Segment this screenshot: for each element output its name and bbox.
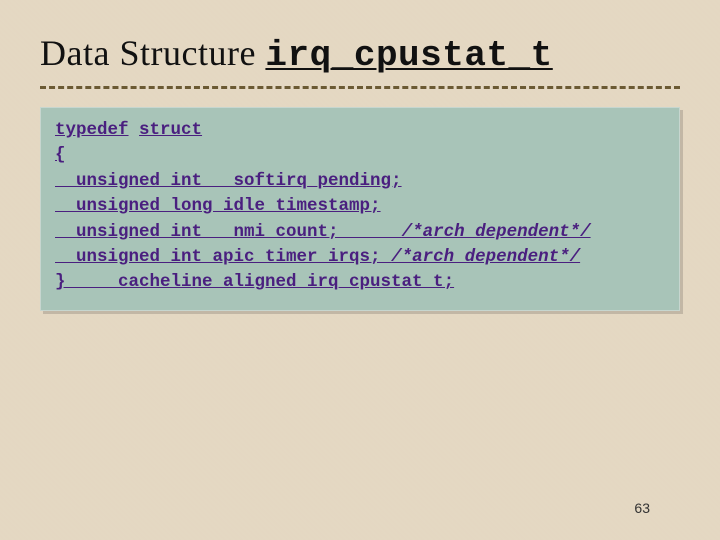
code-block: typedef struct { unsigned int __softirq_… (40, 107, 680, 311)
code-comment: /*arch dependent*/ (402, 222, 591, 242)
code-line: { (55, 145, 66, 165)
title-text: Data Structure (40, 33, 265, 73)
code-line: unsigned int __softirq_pending; (55, 171, 402, 191)
slide-title: Data Structure irq_cpustat_t (40, 32, 680, 76)
title-code: irq_cpustat_t (265, 35, 552, 76)
kw-typedef: typedef (55, 120, 129, 140)
code-line: unsigned long idle_timestamp; (55, 196, 381, 216)
code-line: unsigned int apic_timer_irqs; (55, 247, 391, 267)
kw-struct: struct (139, 120, 202, 140)
slide-content: Data Structure irq_cpustat_t typedef str… (0, 0, 720, 311)
code-line: unsigned int __nmi_count; (55, 222, 402, 242)
code-line: } ____cacheline_aligned irq_cpustat_t; (55, 272, 454, 292)
code-pre: typedef struct { unsigned int __softirq_… (55, 118, 665, 296)
page-number: 63 (634, 500, 650, 516)
title-divider (40, 86, 680, 89)
code-comment: /*arch dependent*/ (391, 247, 580, 267)
